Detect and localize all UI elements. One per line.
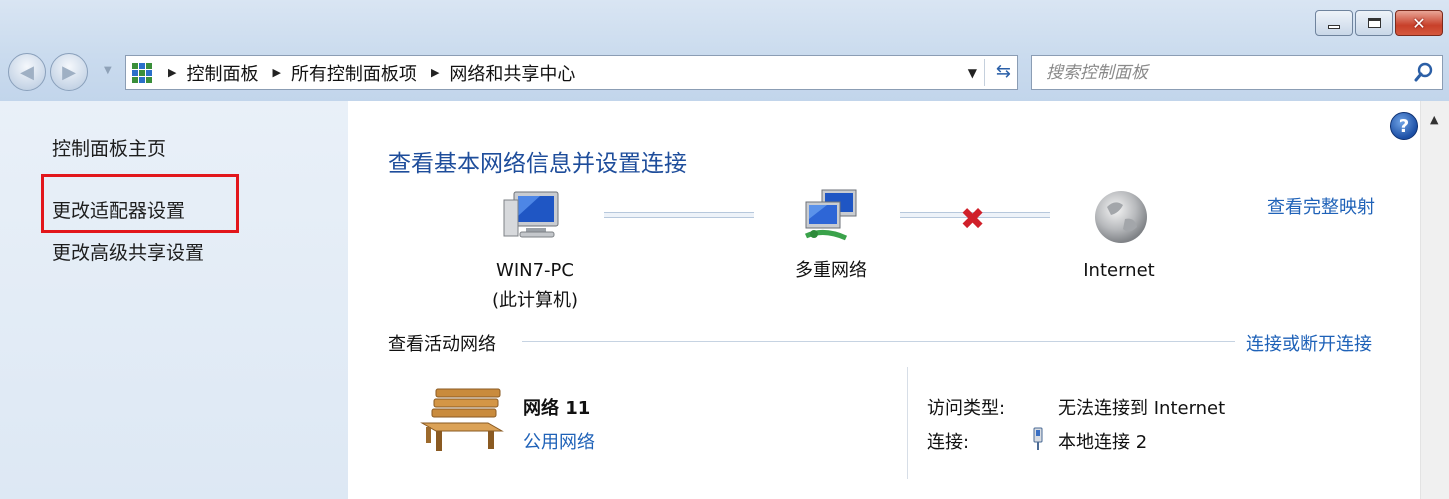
computer-node: WIN7-PC (此计算机): [470, 256, 600, 316]
vertical-scrollbar[interactable]: ▲: [1420, 101, 1449, 499]
access-type-value: 无法连接到 Internet: [1058, 398, 1226, 419]
breadcrumb-control-panel[interactable]: 控制面板: [186, 60, 258, 86]
connection-label: 连接:: [927, 432, 970, 453]
breadcrumb-arrow-icon[interactable]: ▶: [431, 66, 439, 79]
local-connection-link[interactable]: 本地连接 2: [1058, 428, 1147, 454]
sidebar-item-control-panel-home[interactable]: 控制面板主页: [52, 134, 166, 161]
control-panel-icon: [132, 62, 154, 83]
disconnected-x-icon: ✖: [960, 202, 986, 237]
search-icon[interactable]: [1414, 62, 1434, 82]
address-bar[interactable]: ▶ 控制面板 ▶ 所有控制面板项 ▶ 网络和共享中心 ▼ ⇆: [125, 55, 1018, 90]
internet-node: Internet: [1064, 256, 1174, 286]
internet-globe-icon: [1095, 191, 1147, 243]
minimize-button[interactable]: [1315, 10, 1353, 36]
window-controls: ✕: [1315, 10, 1443, 36]
breadcrumb-all-items[interactable]: 所有控制面板项: [291, 60, 417, 86]
internet-label: Internet: [1083, 260, 1155, 281]
network-name: 网络 11: [523, 398, 591, 419]
multiple-networks-icon: [804, 189, 857, 241]
breadcrumb-arrow-icon[interactable]: ▶: [168, 66, 176, 79]
highlight-box: [41, 174, 239, 233]
search-box[interactable]: [1031, 55, 1443, 90]
refresh-icon[interactable]: ⇆: [996, 61, 1011, 82]
section-divider: [522, 341, 1235, 342]
forward-arrow-icon: ▶: [62, 61, 76, 83]
view-full-map-link[interactable]: 查看完整映射: [1267, 193, 1375, 219]
close-icon: ✕: [1412, 13, 1426, 33]
maximize-button[interactable]: [1355, 10, 1393, 36]
sidebar-item-change-advanced-sharing[interactable]: 更改高级共享设置: [52, 238, 204, 265]
computer-sublabel: (此计算机): [491, 290, 579, 311]
minimize-icon: [1328, 25, 1340, 29]
address-dropdown-icon[interactable]: ▼: [968, 66, 977, 80]
connect-disconnect-link[interactable]: 连接或断开连接: [1246, 330, 1372, 356]
maximize-icon: [1367, 18, 1381, 28]
back-arrow-icon: ◀: [20, 61, 34, 83]
page-title: 查看基本网络信息并设置连接: [388, 151, 687, 177]
vertical-separator: [907, 367, 908, 479]
network-node-label: 多重网络: [795, 260, 867, 281]
network-adapter-icon: [1033, 427, 1043, 450]
scroll-up-icon[interactable]: ▲: [1430, 113, 1438, 126]
active-networks-heading: 查看活动网络: [388, 334, 496, 355]
connection-line-1: [604, 212, 754, 218]
computer-name: WIN7-PC: [496, 260, 574, 281]
search-input[interactable]: [1046, 61, 1386, 85]
help-icon[interactable]: ?: [1390, 112, 1418, 140]
recent-pages-dropdown[interactable]: ▼: [104, 65, 112, 76]
computer-icon: [503, 191, 559, 238]
back-button[interactable]: ◀: [8, 53, 46, 91]
access-type-label: 访问类型:: [927, 398, 1006, 419]
close-button[interactable]: ✕: [1395, 10, 1443, 36]
public-network-bench-icon[interactable]: [418, 385, 508, 457]
forward-button[interactable]: ▶: [50, 53, 88, 91]
address-separator: [984, 59, 985, 86]
window-chrome: ✕ ◀ ▶ ▼ ▶ 控制面板 ▶ 所有控制面板项 ▶ 网络和共享中心 ▼ ⇆: [0, 0, 1449, 101]
multiple-networks-node: 多重网络: [776, 256, 886, 286]
breadcrumb-arrow-icon[interactable]: ▶: [272, 66, 280, 79]
breadcrumb-network-center[interactable]: 网络和共享中心: [449, 60, 575, 86]
network-type-link[interactable]: 公用网络: [523, 428, 595, 454]
